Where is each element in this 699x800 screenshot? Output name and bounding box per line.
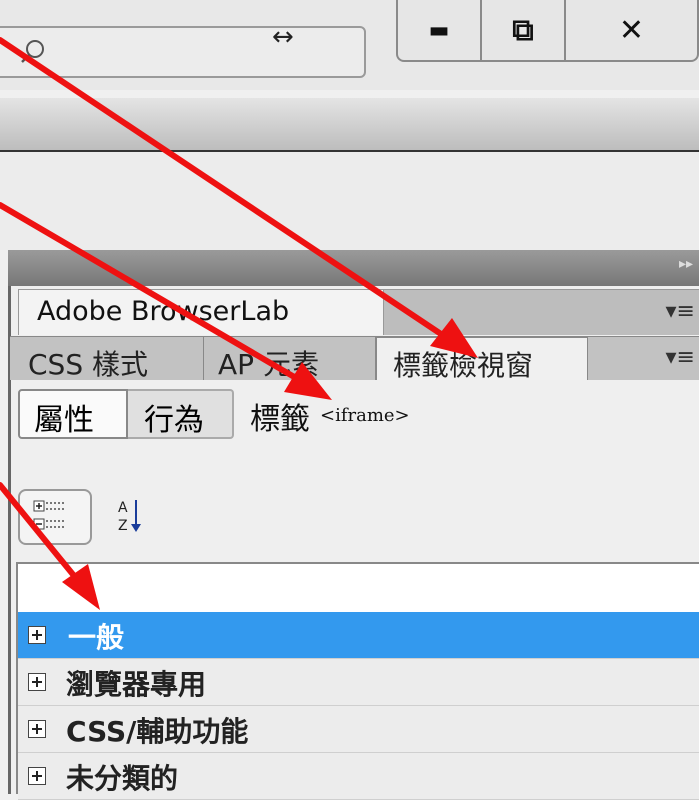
collapse-panel-icon[interactable]: ▸▸: [679, 256, 693, 272]
browserlab-tab-strip: [384, 289, 699, 335]
category-row-browser-specific[interactable]: 瀏覽器專用: [18, 659, 699, 706]
category-label: 瀏覽器專用: [66, 668, 207, 701]
category-row-general[interactable]: 一般: [18, 612, 699, 659]
category-label: 一般: [62, 616, 131, 656]
tab-adobe-browserlab[interactable]: Adobe BrowserLab: [18, 289, 384, 335]
minimize-button[interactable]: ▬: [398, 0, 482, 60]
close-button[interactable]: ✕: [566, 0, 697, 60]
tag-label: 標籤: [250, 402, 310, 437]
category-row-css-accessibility[interactable]: CSS/輔助功能: [18, 706, 699, 753]
window-controls: ▬ ⧉ ✕: [396, 0, 699, 62]
tag-value: <iframe>: [320, 405, 410, 426]
tab-ap-elements[interactable]: AP 元素: [204, 337, 376, 381]
panel-menu-icon[interactable]: ▾≡: [666, 345, 695, 370]
restore-button[interactable]: ⧉: [482, 0, 566, 60]
svg-text:Z: Z: [118, 518, 128, 534]
tab-css-styles[interactable]: CSS 樣式: [14, 337, 204, 381]
category-view-icon: [33, 500, 66, 530]
search-input[interactable]: [0, 26, 366, 78]
sort-az-icon: A Z: [118, 500, 141, 534]
tab-tag-inspector[interactable]: 標籤檢視窗: [376, 337, 588, 382]
minimize-icon: ▬: [428, 17, 450, 43]
toolbar-band: [0, 98, 699, 152]
workspace-area: [0, 152, 699, 250]
svg-text:A: A: [118, 500, 128, 516]
behaviors-button[interactable]: 行為: [128, 389, 234, 439]
close-icon: ✕: [618, 12, 644, 48]
expand-icon[interactable]: [28, 673, 46, 691]
category-label: 未分類的: [66, 762, 179, 795]
category-view-button[interactable]: [18, 489, 92, 545]
sort-alphabetical-button[interactable]: A Z: [112, 490, 152, 544]
expand-icon[interactable]: [28, 720, 46, 738]
category-row-uncategorized[interactable]: 未分類的: [18, 753, 699, 800]
search-icon: [21, 40, 44, 63]
expand-icon[interactable]: [28, 767, 46, 785]
panel-menu-icon[interactable]: ▾≡: [666, 299, 695, 324]
attributes-button[interactable]: 屬性: [18, 389, 128, 439]
restore-icon: ⧉: [512, 12, 534, 48]
category-label: CSS/輔助功能: [66, 715, 249, 748]
resize-arrows-icon[interactable]: ↔: [272, 24, 294, 50]
expand-icon[interactable]: [28, 626, 46, 644]
panel-header[interactable]: [8, 250, 699, 286]
